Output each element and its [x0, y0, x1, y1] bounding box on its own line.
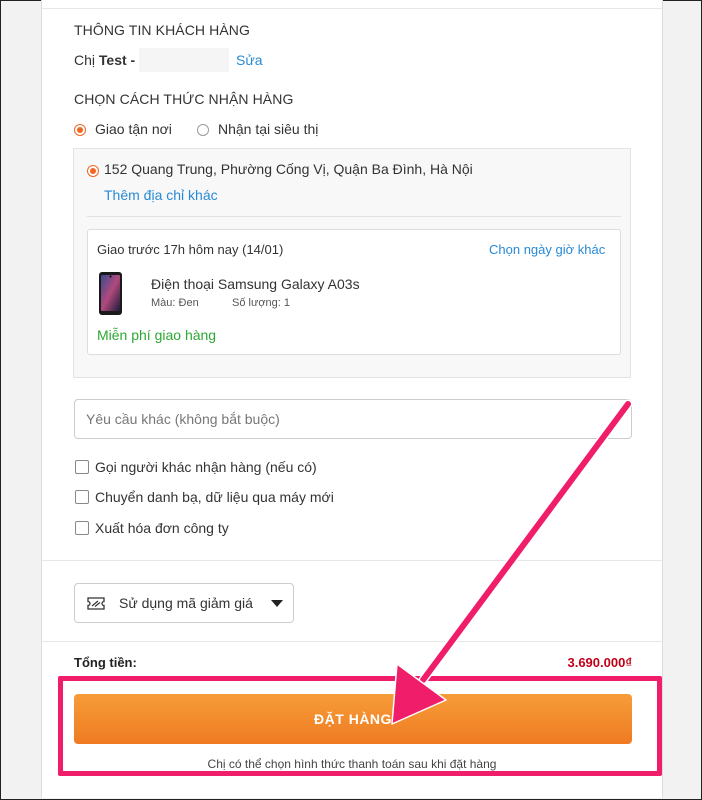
- option-home-delivery-label[interactable]: Giao tận nơi: [95, 121, 172, 137]
- coupon-divider-top: [42, 560, 662, 561]
- coupon-label: Sử dụng mã giảm giá: [119, 595, 253, 611]
- total-divider: [42, 641, 662, 642]
- checkbox-other-receiver[interactable]: [75, 460, 89, 474]
- place-order-button[interactable]: ĐẶT HÀNG: [74, 694, 632, 744]
- checkbox-transfer-data-label[interactable]: Chuyển danh bạ, dữ liệu qua máy mới: [95, 489, 334, 505]
- checkbox-company-invoice[interactable]: [75, 521, 89, 535]
- product-name: Điện thoại Samsung Galaxy A03s: [151, 276, 360, 292]
- change-time-link[interactable]: Chọn ngày giờ khác: [489, 242, 605, 257]
- address-text: 152 Quang Trung, Phường Cống Vị, Quận Ba…: [104, 161, 473, 177]
- edit-customer-link[interactable]: Sửa: [236, 52, 263, 68]
- total-value: 3.690.000₫: [567, 655, 632, 670]
- redacted-phone: [139, 48, 229, 72]
- checkbox-transfer-data[interactable]: [75, 490, 89, 504]
- coupon-dropdown[interactable]: Sử dụng mã giảm giá: [74, 583, 294, 623]
- extra-request-input[interactable]: [74, 399, 632, 439]
- radio-store-pickup[interactable]: [197, 124, 209, 136]
- coupon-ticket-icon: [87, 597, 105, 610]
- caret-down-icon: [271, 600, 283, 607]
- payment-note: Chị có thể chọn hình thức thanh toán sau…: [207, 757, 497, 771]
- checkbox-company-invoice-label[interactable]: Xuất hóa đơn công ty: [95, 520, 229, 536]
- free-shipping-label: Miễn phí giao hàng: [97, 327, 217, 343]
- radio-address[interactable]: [87, 165, 99, 177]
- customer-name: Chị Test -: [74, 52, 135, 68]
- option-store-pickup-label[interactable]: Nhận tại siêu thị: [218, 121, 318, 137]
- checkout-card: THÔNG TIN KHÁCH HÀNG Chị Test - Sửa CHỌN…: [41, 0, 663, 798]
- total-label: Tổng tiền:: [74, 655, 137, 670]
- customer-name-text: Test -: [98, 52, 136, 68]
- shipment-eta: Giao trước 17h hôm nay (14/01): [97, 242, 284, 257]
- radio-home-delivery[interactable]: [74, 124, 86, 136]
- customer-section-title: THÔNG TIN KHÁCH HÀNG: [74, 22, 250, 38]
- product-thumbnail: [99, 272, 122, 315]
- checkbox-other-receiver-label[interactable]: Gọi người khác nhận hàng (nếu có): [95, 459, 317, 475]
- product-quantity: Số lượng: 1: [232, 297, 290, 309]
- top-divider: [42, 8, 662, 9]
- product-color: Màu: Đen: [151, 297, 199, 309]
- delivery-section-title: CHỌN CÁCH THỨC NHẬN HÀNG: [74, 91, 294, 107]
- add-address-link[interactable]: Thêm địa chỉ khác: [104, 187, 218, 203]
- customer-salutation: Chị: [74, 52, 96, 68]
- address-divider: [87, 216, 621, 217]
